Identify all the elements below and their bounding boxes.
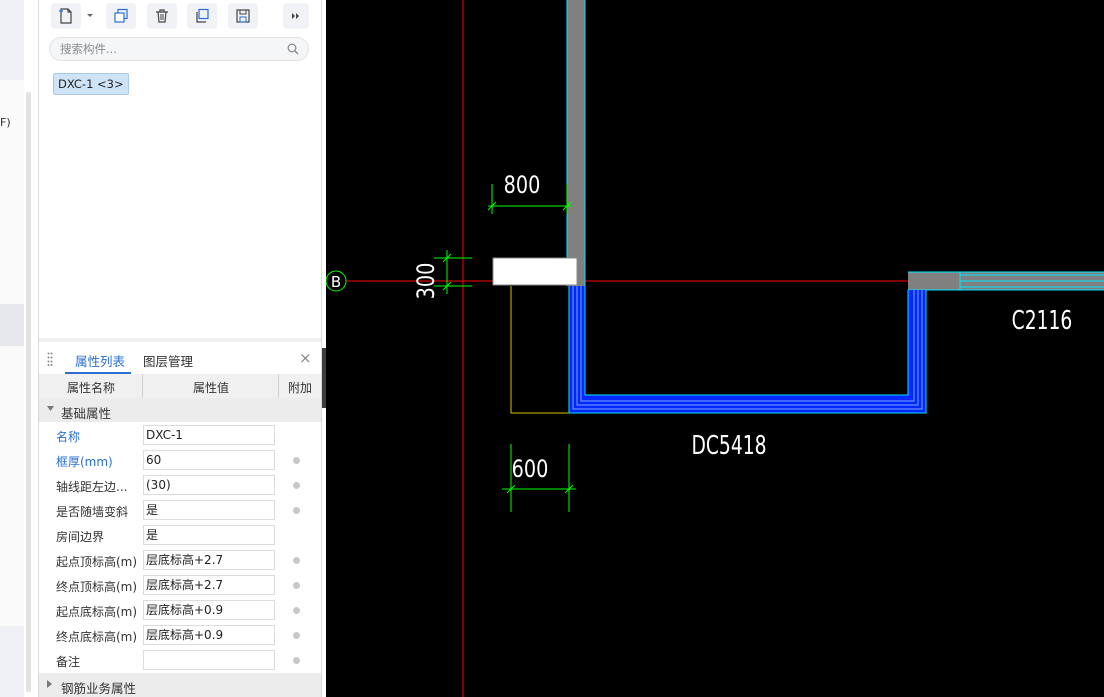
row-value-field[interactable] [143, 650, 275, 670]
row-value-field[interactable]: 60 [143, 450, 275, 470]
dropdown-arrow-icon [87, 14, 93, 17]
edge-block-bottom [0, 626, 24, 697]
row-value-field[interactable]: 层底标高+0.9 [143, 625, 275, 645]
row-name: 是否随墙变斜 [56, 505, 129, 519]
delete-button[interactable] [147, 3, 177, 29]
tab-layers[interactable]: 图层管理 [143, 351, 193, 370]
window-label-dc5418: DC5418 [691, 431, 766, 461]
row-name: 房间边界 [56, 530, 105, 544]
row-name: 起点底标高(m) [56, 605, 138, 619]
property-tabs: 属性列表 图层管理 × [39, 344, 321, 375]
table-row: 起点顶标高(m) 层底标高+2.7 [39, 548, 321, 573]
toolbar [39, 0, 321, 34]
attach-radio[interactable] [293, 482, 300, 489]
row-value-field[interactable]: 是 [143, 500, 275, 520]
attach-radio[interactable] [293, 607, 300, 614]
edge-block-top [0, 0, 24, 80]
copy-icon [114, 8, 128, 23]
row-name: 框厚(mm) [56, 455, 113, 469]
close-panel-button[interactable]: × [299, 349, 312, 367]
search-box[interactable] [49, 37, 309, 61]
table-row: 终点顶标高(m) 层底标高+2.7 [39, 573, 321, 598]
selected-component-block[interactable] [492, 257, 578, 286]
window-outer-edge [568, 286, 927, 414]
table-row: 房间边界 是 [39, 523, 321, 548]
edge-block-selected[interactable] [0, 304, 24, 346]
save-template-button[interactable] [228, 3, 258, 29]
collapsed-triangle-icon [47, 680, 52, 688]
header-value: 属性值 [192, 381, 229, 395]
table-row: 轴线距左边... (30) [39, 473, 321, 498]
duplicate-to-layer-button[interactable] [187, 3, 217, 29]
window-label-c2116: C2116 [1012, 306, 1073, 336]
duplicate-icon [196, 8, 209, 23]
row-name: 终点顶标高(m) [56, 580, 138, 594]
row-name: 终点底标高(m) [56, 630, 138, 644]
attach-radio[interactable] [293, 657, 300, 664]
table-row: 备注 [39, 648, 321, 673]
outline-yellow [510, 286, 569, 414]
dim-label-600: 600 [512, 456, 549, 484]
row-value-field[interactable]: 层底标高+2.7 [143, 575, 275, 595]
table-row: 名称 DXC-1 [39, 423, 321, 448]
edge-partial-text: F) [0, 116, 11, 129]
col-divider [278, 374, 279, 398]
table-row: 框厚(mm) 60 [39, 448, 321, 473]
new-component-button[interactable] [51, 3, 81, 29]
row-value-field[interactable]: (30) [143, 475, 275, 495]
section-rebar-properties[interactable]: 钢筋业务属性 [39, 673, 321, 697]
axis-label-b: B [331, 273, 341, 291]
trash-icon [156, 9, 168, 23]
window-inner-edge [584, 286, 909, 396]
header-extra: 附加 [287, 381, 312, 395]
row-value-field[interactable]: 层底标高+0.9 [143, 600, 275, 620]
section-basic-properties[interactable]: 基础属性 [39, 398, 321, 422]
section-label: 钢筋业务属性 [61, 681, 137, 696]
attach-radio[interactable] [293, 557, 300, 564]
tab-properties[interactable]: 属性列表 [75, 351, 125, 370]
attach-radio[interactable] [293, 632, 300, 639]
cad-drawing: B 800 300 600 DC5418 C2116 [326, 0, 1104, 697]
attach-radio[interactable] [293, 507, 300, 514]
more-button[interactable] [283, 3, 309, 29]
row-value-field[interactable]: 层底标高+2.7 [143, 550, 275, 570]
double-chevron-right-icon [292, 13, 299, 19]
panel-divider[interactable] [39, 338, 321, 342]
new-dropdown-button[interactable] [83, 3, 97, 29]
dim-label-300: 300 [413, 263, 441, 300]
wall-vertical [567, 0, 585, 286]
attach-radio[interactable] [293, 457, 300, 464]
window-frame-dc5418[interactable] [569, 286, 926, 413]
row-name: 备注 [56, 655, 81, 669]
window-inner-line [580, 286, 915, 402]
copy-button[interactable] [106, 3, 136, 29]
section-label: 基础属性 [61, 406, 112, 421]
table-row: 终点底标高(m) 层底标高+0.9 [39, 623, 321, 648]
search-icon[interactable] [287, 43, 299, 55]
save-icon [236, 9, 250, 23]
row-value-field[interactable]: 是 [143, 525, 275, 545]
table-header: 属性名称 属性值 附加 [39, 374, 321, 399]
component-panel: DXC-1 <3> 属性列表 图层管理 × 属性名称 属性值 附加 基础属性 名… [38, 0, 322, 697]
component-tag[interactable]: DXC-1 <3> [53, 73, 129, 95]
window-inner-line [576, 286, 919, 406]
expand-triangle-icon [47, 406, 54, 411]
col-divider [142, 374, 143, 398]
row-name: 轴线距左边... [56, 480, 128, 494]
cad-drawing-canvas[interactable]: B 800 300 600 DC5418 C2116 [326, 0, 1104, 697]
table-row: 是否随墙变斜 是 [39, 498, 321, 523]
edge-scrollbar[interactable] [26, 92, 31, 692]
row-value-field[interactable]: DXC-1 [143, 425, 275, 445]
window-inner-line [572, 286, 923, 410]
row-name: 名称 [56, 430, 81, 444]
new-file-icon [59, 8, 72, 24]
dim-label-800: 800 [504, 172, 541, 200]
left-edge-panel: F) [0, 0, 24, 697]
drag-handle-icon[interactable] [47, 352, 53, 366]
header-name: 属性名称 [66, 381, 115, 395]
table-row: 起点底标高(m) 层底标高+0.9 [39, 598, 321, 623]
attach-radio[interactable] [293, 582, 300, 589]
row-name: 起点顶标高(m) [56, 555, 138, 569]
search-input[interactable] [60, 41, 280, 57]
